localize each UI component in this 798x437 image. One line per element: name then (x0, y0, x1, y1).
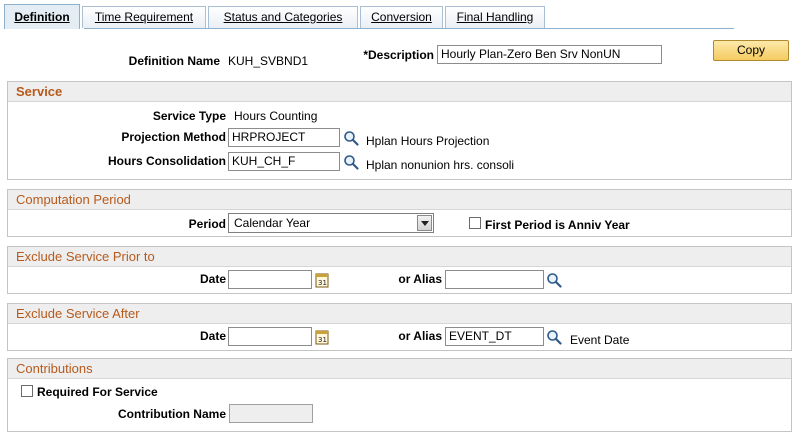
hours-consolidation-lookup-icon[interactable] (343, 154, 359, 170)
period-select-value: Calendar Year (234, 216, 311, 230)
exclude-prior-alias-lookup-icon[interactable] (546, 272, 562, 288)
service-type-label: Service Type (152, 109, 226, 123)
chevron-down-icon[interactable] (417, 215, 432, 231)
exclude-prior-group: Exclude Service Prior to (7, 246, 792, 294)
tab-underline (84, 28, 734, 29)
tab-label: Final Handling (456, 10, 534, 24)
first-period-label: First Period is Anniv Year (485, 218, 630, 232)
tab-status-and-categories[interactable]: Status and Categories (208, 6, 358, 28)
definition-name-label: Definition Name (128, 54, 220, 68)
description-input[interactable]: Hourly Plan-Zero Ben Srv NonUN (437, 45, 662, 64)
required-for-service-checkbox[interactable] (21, 385, 33, 397)
exclude-prior-date-label: Date (199, 272, 226, 286)
hours-consolidation-label: Hours Consolidation (108, 154, 226, 168)
tab-label: Status and Categories (223, 10, 343, 24)
period-select[interactable]: Calendar Year (228, 213, 434, 233)
projection-method-description: Hplan Hours Projection (366, 134, 490, 148)
period-label: Period (188, 217, 226, 231)
contribution-name-label: Contribution Name (118, 407, 226, 421)
tab-label: Definition (14, 10, 70, 24)
exclude-after-alias-description: Event Date (570, 333, 630, 347)
definition-name-value: KUH_SVBND1 (228, 54, 309, 68)
service-group-title: Service (8, 82, 791, 102)
exclude-after-alias-label: or Alias (398, 329, 442, 343)
exclude-after-date-label: Date (199, 329, 226, 343)
tab-final-handling[interactable]: Final Handling (445, 6, 545, 28)
description-label: *Description (363, 48, 434, 62)
exclude-after-group: Exclude Service After (7, 303, 792, 351)
copy-button[interactable]: Copy (713, 40, 789, 61)
tab-conversion[interactable]: Conversion (360, 6, 443, 28)
first-period-checkbox[interactable] (469, 217, 481, 229)
exclude-after-alias-lookup-icon[interactable] (546, 329, 562, 345)
exclude-after-alias-input[interactable]: EVENT_DT (445, 327, 544, 346)
tab-definition[interactable]: Definition (4, 4, 80, 29)
required-for-service-label: Required For Service (37, 385, 158, 399)
exclude-prior-date-input[interactable] (228, 270, 312, 289)
tab-time-requirement[interactable]: Time Requirement (82, 6, 206, 28)
projection-method-input[interactable]: HRPROJECT (228, 128, 340, 147)
contribution-name-input (229, 404, 313, 423)
exclude-prior-alias-label: or Alias (398, 272, 442, 286)
exclude-after-date-input[interactable] (228, 327, 312, 346)
contributions-title: Contributions (8, 359, 791, 379)
tab-bar: Definition Time Requirement Status and C… (4, 4, 734, 29)
svg-text:31: 31 (318, 336, 327, 344)
service-type-value: Hours Counting (234, 109, 318, 123)
tab-label: Conversion (371, 10, 432, 24)
tab-label: Time Requirement (94, 10, 194, 24)
exclude-after-title: Exclude Service After (8, 304, 791, 324)
exclude-after-calendar-icon[interactable]: 31 (315, 329, 329, 345)
exclude-prior-title: Exclude Service Prior to (8, 247, 791, 267)
exclude-prior-alias-input[interactable] (445, 270, 544, 289)
hours-consolidation-description: Hplan nonunion hrs. consoli (366, 158, 515, 172)
svg-text:31: 31 (318, 279, 327, 287)
exclude-prior-calendar-icon[interactable]: 31 (315, 272, 329, 288)
projection-method-lookup-icon[interactable] (343, 130, 359, 146)
projection-method-label: Projection Method (121, 130, 226, 144)
hours-consolidation-input[interactable]: KUH_CH_F (228, 152, 340, 171)
computation-period-title: Computation Period (8, 190, 791, 210)
